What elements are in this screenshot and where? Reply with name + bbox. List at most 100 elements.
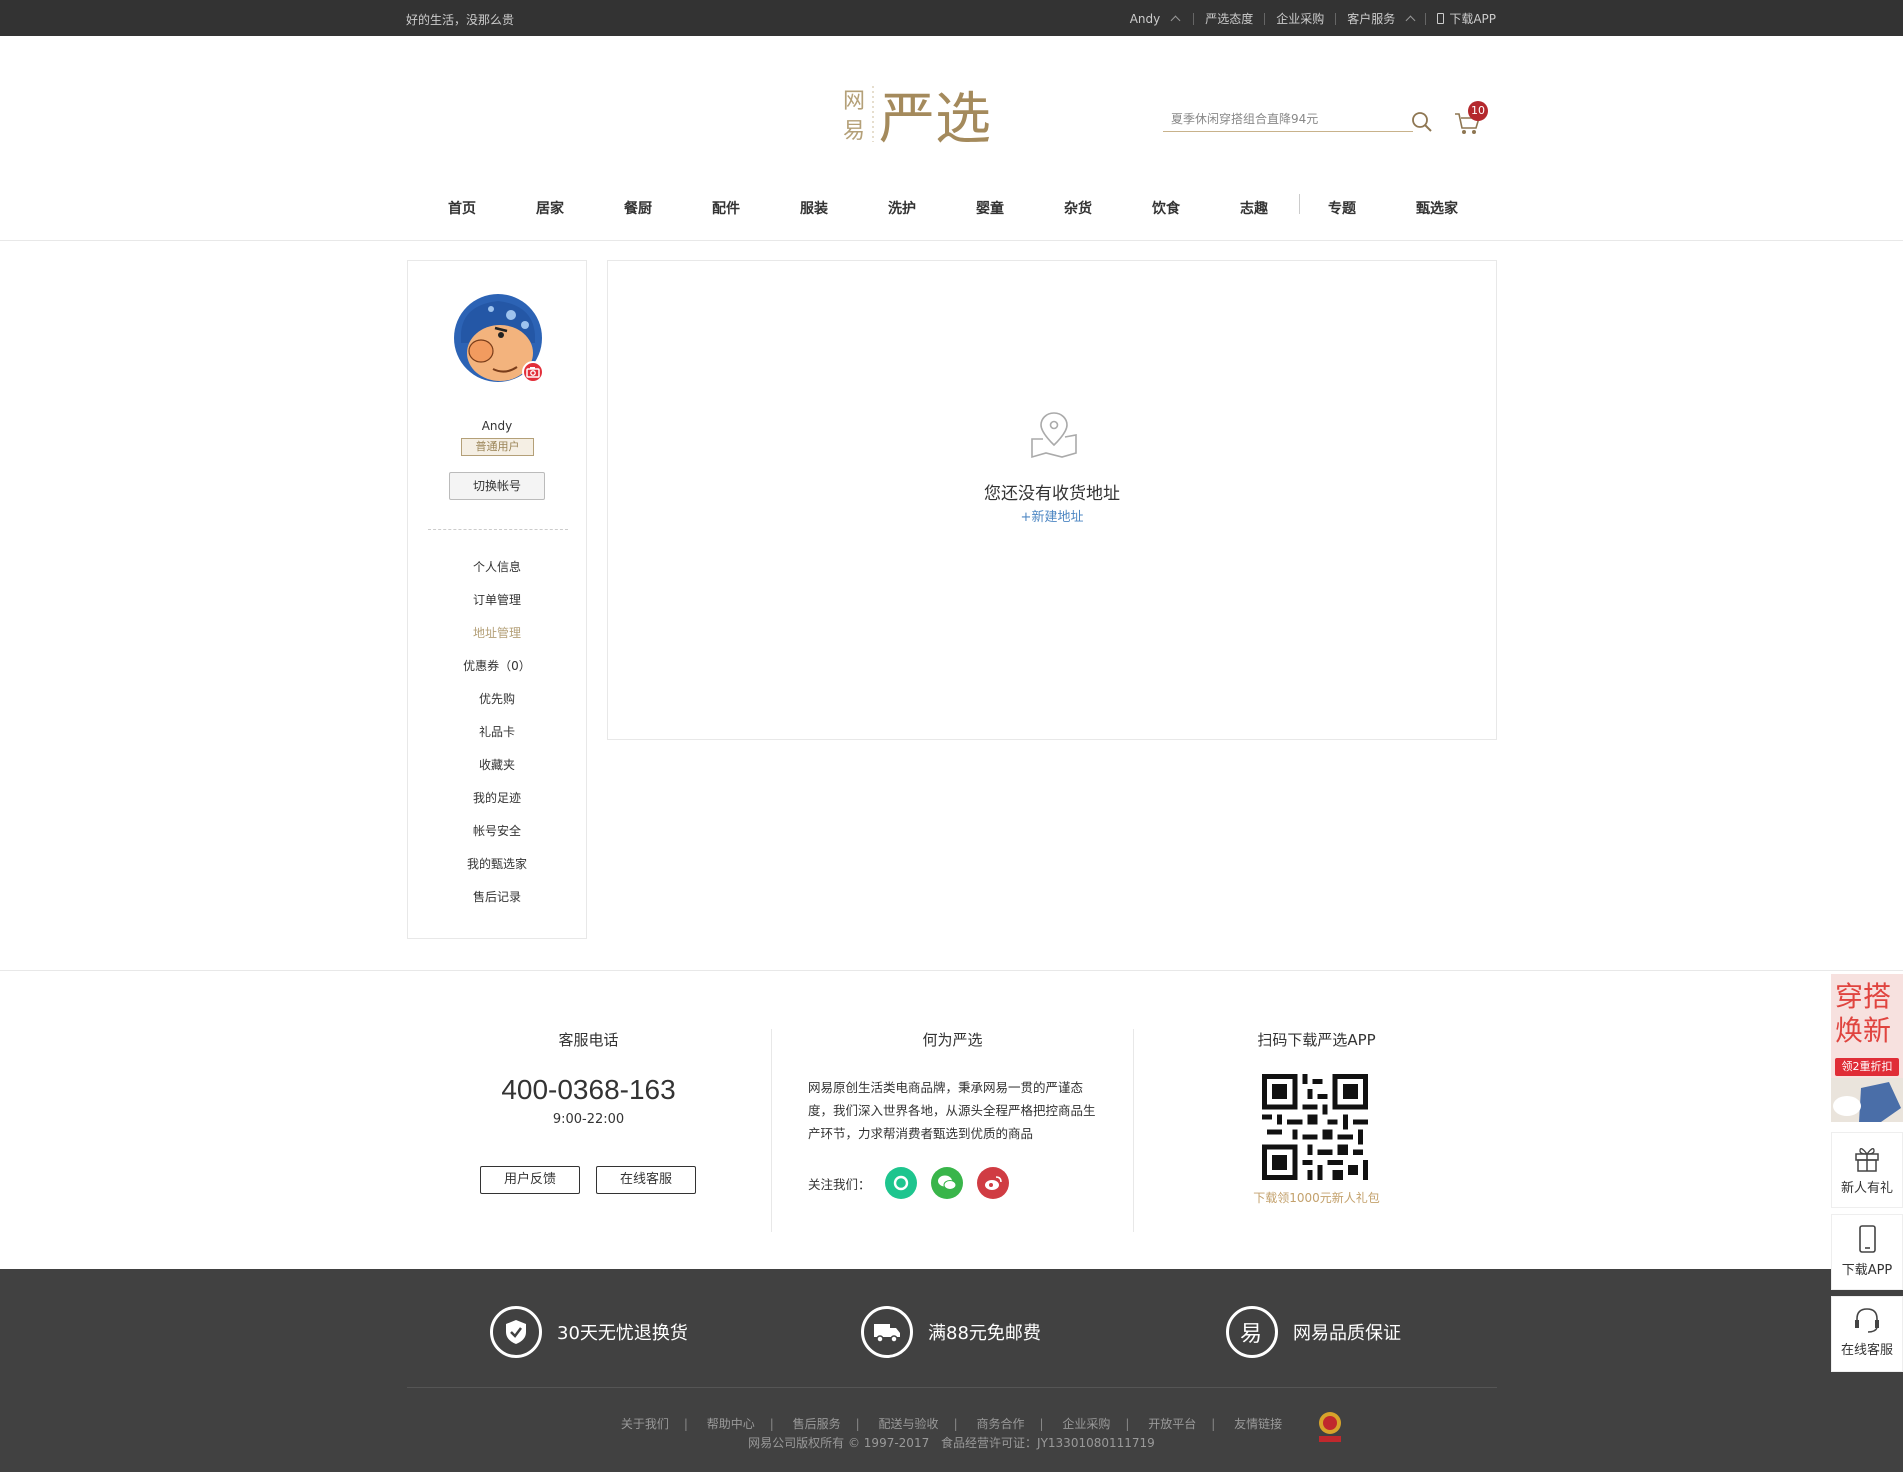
wechat-icon[interactable] xyxy=(930,1167,963,1199)
footer-link-business[interactable]: 商务合作 xyxy=(976,1417,1024,1431)
nav-goods[interactable]: 杂货 xyxy=(1064,198,1092,218)
menu-security[interactable]: 帐号安全 xyxy=(408,823,586,856)
search-box[interactable] xyxy=(1163,108,1413,132)
new-user-gift-label: 新人有礼 xyxy=(1840,1181,1893,1196)
sidebar-username: Andy xyxy=(481,419,513,433)
copyright: 网易公司版权所有 © 1997-2017 食品经营许可证：JY133010801… xyxy=(0,1434,1903,1451)
feedback-button[interactable]: 用户反馈 xyxy=(480,1166,580,1194)
footer-link-after-sales[interactable]: 售后服务 xyxy=(793,1417,841,1431)
slogan: 好的生活，没那么贵 xyxy=(406,13,515,27)
promo-banner[interactable]: 穿搭焕新 领2重折扣 xyxy=(1831,974,1903,1122)
nav-interests[interactable]: 志趣 xyxy=(1240,198,1268,218)
link-enterprise[interactable]: 企业采购 xyxy=(1265,10,1335,27)
footer-link-delivery[interactable]: 配送与验收 xyxy=(879,1417,939,1431)
chevron-up-icon xyxy=(1170,15,1181,26)
online-service-button[interactable]: 在线客服 xyxy=(596,1166,696,1194)
qr-code xyxy=(1262,1074,1368,1180)
menu-orders[interactable]: 订单管理 xyxy=(408,592,586,625)
nav-selectors[interactable]: 甄选家 xyxy=(1416,198,1458,218)
wechat-glyph xyxy=(937,1175,957,1190)
guarantee-quality-label: 网易品质保证 xyxy=(1293,1323,1401,1344)
nav-home[interactable]: 首页 xyxy=(448,198,476,218)
brand-logo[interactable]: 网 易 严选 xyxy=(841,80,1021,160)
nav-apparel[interactable]: 服装 xyxy=(800,198,828,218)
footer-link-enterprise[interactable]: 企业采购 xyxy=(1062,1417,1110,1431)
promo-tag: 领2重折扣 xyxy=(1835,1058,1899,1076)
online-service-widget[interactable]: 在线客服 xyxy=(1831,1296,1903,1372)
logo-small-bottom: 易 xyxy=(843,119,865,144)
about-text: 网易原创生活类电商品牌，秉承网易一贯的严谨态度，我们深入世界各地，从源头全程严格… xyxy=(808,1080,1096,1141)
user-menu[interactable]: Andy xyxy=(1119,12,1194,26)
nav-food[interactable]: 饮食 xyxy=(1152,198,1180,218)
new-address-link[interactable]: +新建地址 xyxy=(608,506,1496,525)
about-column: 何为严选 网易原创生活类电商品牌，秉承网易一贯的严谨态度，我们深入世界各地，从源… xyxy=(771,1029,1134,1232)
user-name: Andy xyxy=(1129,11,1161,26)
link-separator: | xyxy=(1039,1417,1044,1431)
app-gift-text: 下载领1000元新人礼包 xyxy=(1253,1191,1380,1205)
link-customer-service-label: 客户服务 xyxy=(1347,12,1396,26)
guarantee-returns: 30天无忧退换货 xyxy=(490,1306,688,1358)
svg-text:易: 易 xyxy=(1240,1322,1262,1347)
shield-check-icon xyxy=(490,1306,542,1358)
menu-favorites[interactable]: 收藏夹 xyxy=(408,757,586,790)
top-bar: 好的生活，没那么贵 Andy 严选态度 企业采购 客户服务 下载APP xyxy=(0,0,1903,36)
nav-topics[interactable]: 专题 xyxy=(1328,198,1356,218)
camera-glyph xyxy=(526,367,540,378)
phone-icon xyxy=(1437,13,1445,24)
about-title: 何为严选 xyxy=(922,1031,983,1049)
search-input[interactable] xyxy=(1163,109,1393,129)
nav-baby[interactable]: 婴童 xyxy=(976,198,1004,218)
camera-icon[interactable] xyxy=(522,361,544,383)
guarantee-shipping: 满88元免邮费 xyxy=(861,1306,1041,1358)
app-title: 扫码下载严选APP xyxy=(1257,1031,1376,1049)
top-links: Andy 严选态度 企业采购 客户服务 下载APP xyxy=(1119,10,1496,27)
promo-title: 穿搭焕新 xyxy=(1835,980,1892,1047)
header: 网 易 严选 10 首页 居家 餐厨 配件 服装 洗护 婴童 杂货 饮食 志趣 … xyxy=(0,36,1903,241)
truck-icon xyxy=(861,1306,913,1358)
nav-accessories[interactable]: 配件 xyxy=(712,198,740,218)
nav-care[interactable]: 洗护 xyxy=(888,198,916,218)
footer-link-open-platform[interactable]: 开放平台 xyxy=(1148,1417,1196,1431)
copyright-text: 网易公司版权所有 © 1997-2017 xyxy=(748,1436,930,1450)
download-app-link[interactable]: 下载APP xyxy=(1426,10,1496,27)
netease-quality-glyph: 易 xyxy=(1240,1322,1262,1347)
service-phone: 400-0368-163 xyxy=(501,1074,676,1105)
account-sidebar: Andy 普通用户 切换帐号 个人信息 订单管理 地址管理 优惠券（0） 优先购… xyxy=(407,260,587,939)
link-separator: | xyxy=(1125,1417,1130,1431)
link-attitude-label: 严选态度 xyxy=(1205,12,1254,26)
shield-check-glyph xyxy=(506,1320,526,1344)
menu-address[interactable]: 地址管理 xyxy=(408,625,586,658)
chevron-up-icon xyxy=(1405,15,1416,26)
link-attitude[interactable]: 严选态度 xyxy=(1194,10,1264,27)
menu-profile[interactable]: 个人信息 xyxy=(408,559,586,592)
promo-clothes-image xyxy=(1831,1078,1903,1122)
service-buttons: 用户反馈 在线客服 xyxy=(480,1166,696,1194)
weibo-icon[interactable] xyxy=(976,1167,1009,1199)
link-separator: | xyxy=(953,1417,958,1431)
nav-home-living[interactable]: 居家 xyxy=(536,198,564,218)
switch-account-button[interactable]: 切换帐号 xyxy=(449,472,545,500)
search-icon[interactable] xyxy=(1410,110,1434,134)
menu-gift-card[interactable]: 礼品卡 xyxy=(408,724,586,757)
menu-priority-buy[interactable]: 优先购 xyxy=(408,691,586,724)
new-user-gift-widget[interactable]: 新人有礼 xyxy=(1831,1132,1903,1208)
guarantee-returns-label: 30天无忧退换货 xyxy=(557,1323,688,1344)
gift-icon xyxy=(1855,1147,1879,1172)
menu-after-sales[interactable]: 售后记录 xyxy=(408,889,586,922)
menu-coupons[interactable]: 优惠券（0） xyxy=(408,658,586,691)
empty-address-message: 您还没有收货地址 xyxy=(984,484,1120,504)
download-app-widget[interactable]: 下载APP xyxy=(1831,1214,1903,1290)
link-separator: | xyxy=(855,1417,860,1431)
footer-link-about[interactable]: 关于我们 xyxy=(621,1417,669,1431)
footer-link-help[interactable]: 帮助中心 xyxy=(707,1417,755,1431)
government-badge-icon[interactable] xyxy=(1316,1410,1344,1444)
yixin-icon[interactable] xyxy=(884,1167,917,1199)
menu-my-selector[interactable]: 我的甄选家 xyxy=(408,856,586,889)
menu-footprints[interactable]: 我的足迹 xyxy=(408,790,586,823)
footer-bottom: 30天无忧退换货 满88元免邮费 易 网易品质保证 关于我们 | 帮助中心 | 售后… xyxy=(0,1269,1903,1472)
nav-kitchen[interactable]: 餐厨 xyxy=(624,198,652,218)
service-column: 客服电话 400-0368-163 9:00-22:00 用户反馈 在线客服 xyxy=(407,1029,770,1232)
link-customer-service[interactable]: 客户服务 xyxy=(1336,10,1425,27)
netease-quality-icon: 易 xyxy=(1226,1306,1278,1358)
footer-link-friends[interactable]: 友情链接 xyxy=(1234,1417,1282,1431)
